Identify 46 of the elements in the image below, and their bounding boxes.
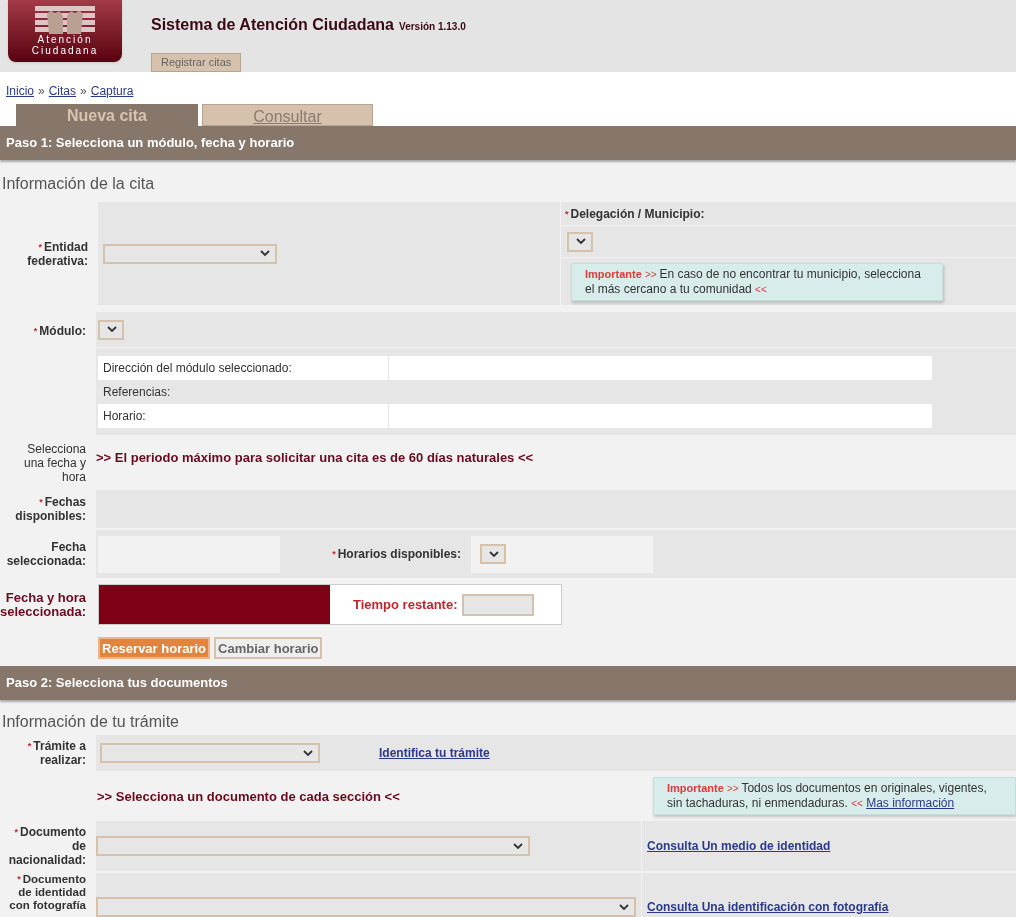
step-header: Paso 2: Selecciona tus documentos xyxy=(0,666,1016,700)
keyboard-hands-icon xyxy=(33,4,97,34)
help-link[interactable]: Consulta Un medio de identidad xyxy=(647,837,831,855)
logo-text: Ciudadana xyxy=(31,45,99,56)
chevron-down-icon xyxy=(107,326,117,333)
field-label: Fecha seleccionada: xyxy=(5,540,87,568)
dropdown[interactable] xyxy=(567,231,593,252)
info-note: Importante >> En caso de no encontrar tu municipio, selecciona el más cercano a tu comunidad << xyxy=(571,263,943,301)
field-label: * Delegación / Municipio: xyxy=(565,206,706,221)
dropdown[interactable] xyxy=(98,319,124,340)
chevron-down-icon xyxy=(489,550,499,558)
breadcrumb-link[interactable]: Inicio xyxy=(6,82,34,100)
app-title: Sistema de Atención Ciudadana xyxy=(151,15,394,35)
field-label: Selecciona una fecha y hora xyxy=(22,441,87,486)
field-label: Fecha y hora seleccionada: xyxy=(0,590,87,619)
field-label: * Documento de identidad con fotografía xyxy=(8,873,87,912)
breadcrumb-separator: » xyxy=(80,83,87,100)
field-label: * Documento de nacionalidad: xyxy=(7,824,87,867)
field-label: * Entidad federativa: xyxy=(26,239,89,268)
chevron-down-icon xyxy=(576,238,586,245)
chevron-down-icon xyxy=(260,250,270,257)
logo-text: Atención xyxy=(37,34,93,45)
info-note: Importante >> Todos los documentos en originales, vigentes, sin tachaduras, ni enmendaduras. << Mas información xyxy=(653,777,1016,815)
notice-message: >> El periodo máximo para solicitar una cita es de 60 días naturales << xyxy=(96,449,534,467)
help-link[interactable]: Identifica tu trámite xyxy=(379,744,490,762)
chevron-down-icon xyxy=(619,903,629,911)
field-label: * Trámite a realizar: xyxy=(26,739,87,767)
field-label: * Módulo: xyxy=(32,324,87,338)
notice-message: >> Selecciona un documento de cada sección << xyxy=(97,788,400,807)
section-title: Información de la cita xyxy=(1,174,156,194)
timer-label: Tiempo restante: xyxy=(353,595,458,614)
section-title: Información de tu trámite xyxy=(1,712,180,732)
breadcrumb-link[interactable]: Citas xyxy=(48,82,77,100)
breadcrumb-link[interactable]: Captura xyxy=(90,82,134,100)
field-label: * Horarios disponibles: xyxy=(332,547,462,561)
breadcrumb-separator: » xyxy=(38,83,45,100)
info-label: Horario: xyxy=(98,404,389,428)
action-button[interactable]: Cambiar horario xyxy=(214,637,323,659)
field-label: * Fechas disponibles: xyxy=(14,495,87,523)
version-label: Versión 1.13.0 xyxy=(399,20,466,34)
chevron-down-icon xyxy=(513,842,523,850)
more-info-link[interactable]: Mas información xyxy=(866,796,955,810)
step-header: Paso 1: Selecciona un módulo, fecha y horario xyxy=(0,126,1016,160)
chevron-down-icon xyxy=(303,749,313,757)
dropdown[interactable] xyxy=(480,544,506,564)
info-label: Dirección del módulo seleccionado: xyxy=(98,356,389,380)
